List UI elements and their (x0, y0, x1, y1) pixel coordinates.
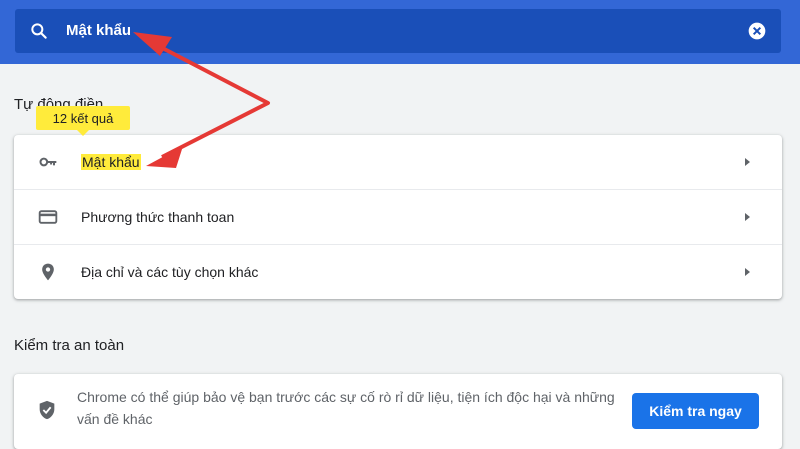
check-now-button[interactable]: Kiểm tra ngay (632, 393, 759, 429)
autofill-item-label: Địa chỉ và các tùy chọn khác (81, 264, 259, 280)
chevron-right-icon (745, 268, 750, 276)
autofill-card: Mật khẩu Phương thức thanh toan Địa chỉ … (14, 135, 782, 299)
chevron-right-icon (745, 158, 750, 166)
search-input[interactable]: Mật khẩu (66, 22, 131, 39)
autofill-item-addresses[interactable]: Địa chỉ và các tùy chọn khác (14, 244, 782, 299)
search-icon (31, 23, 47, 39)
safety-check-description: Chrome có thể giúp bảo vệ bạn trước các … (77, 389, 615, 427)
settings-search-box[interactable]: Mật khẩu (15, 9, 781, 53)
autofill-item-payment-methods[interactable]: Phương thức thanh toan (14, 189, 782, 244)
key-icon (39, 157, 57, 167)
safety-check-card: Chrome có thể giúp bảo vệ bạn trước các … (14, 374, 782, 449)
credit-card-icon (38, 210, 58, 224)
clear-search-icon[interactable] (747, 21, 767, 41)
autofill-item-passwords[interactable]: Mật khẩu (14, 135, 782, 189)
search-result-count-badge: 12 kết quả (36, 106, 130, 136)
autofill-item-label: Mật khẩu (81, 154, 141, 170)
shield-icon (39, 400, 55, 420)
chevron-right-icon (745, 213, 750, 221)
top-bar: Mật khẩu (0, 0, 800, 64)
safety-check-section-title: Kiểm tra an toàn (14, 337, 125, 354)
location-pin-icon (42, 263, 54, 281)
autofill-item-label: Phương thức thanh toan (81, 209, 235, 225)
